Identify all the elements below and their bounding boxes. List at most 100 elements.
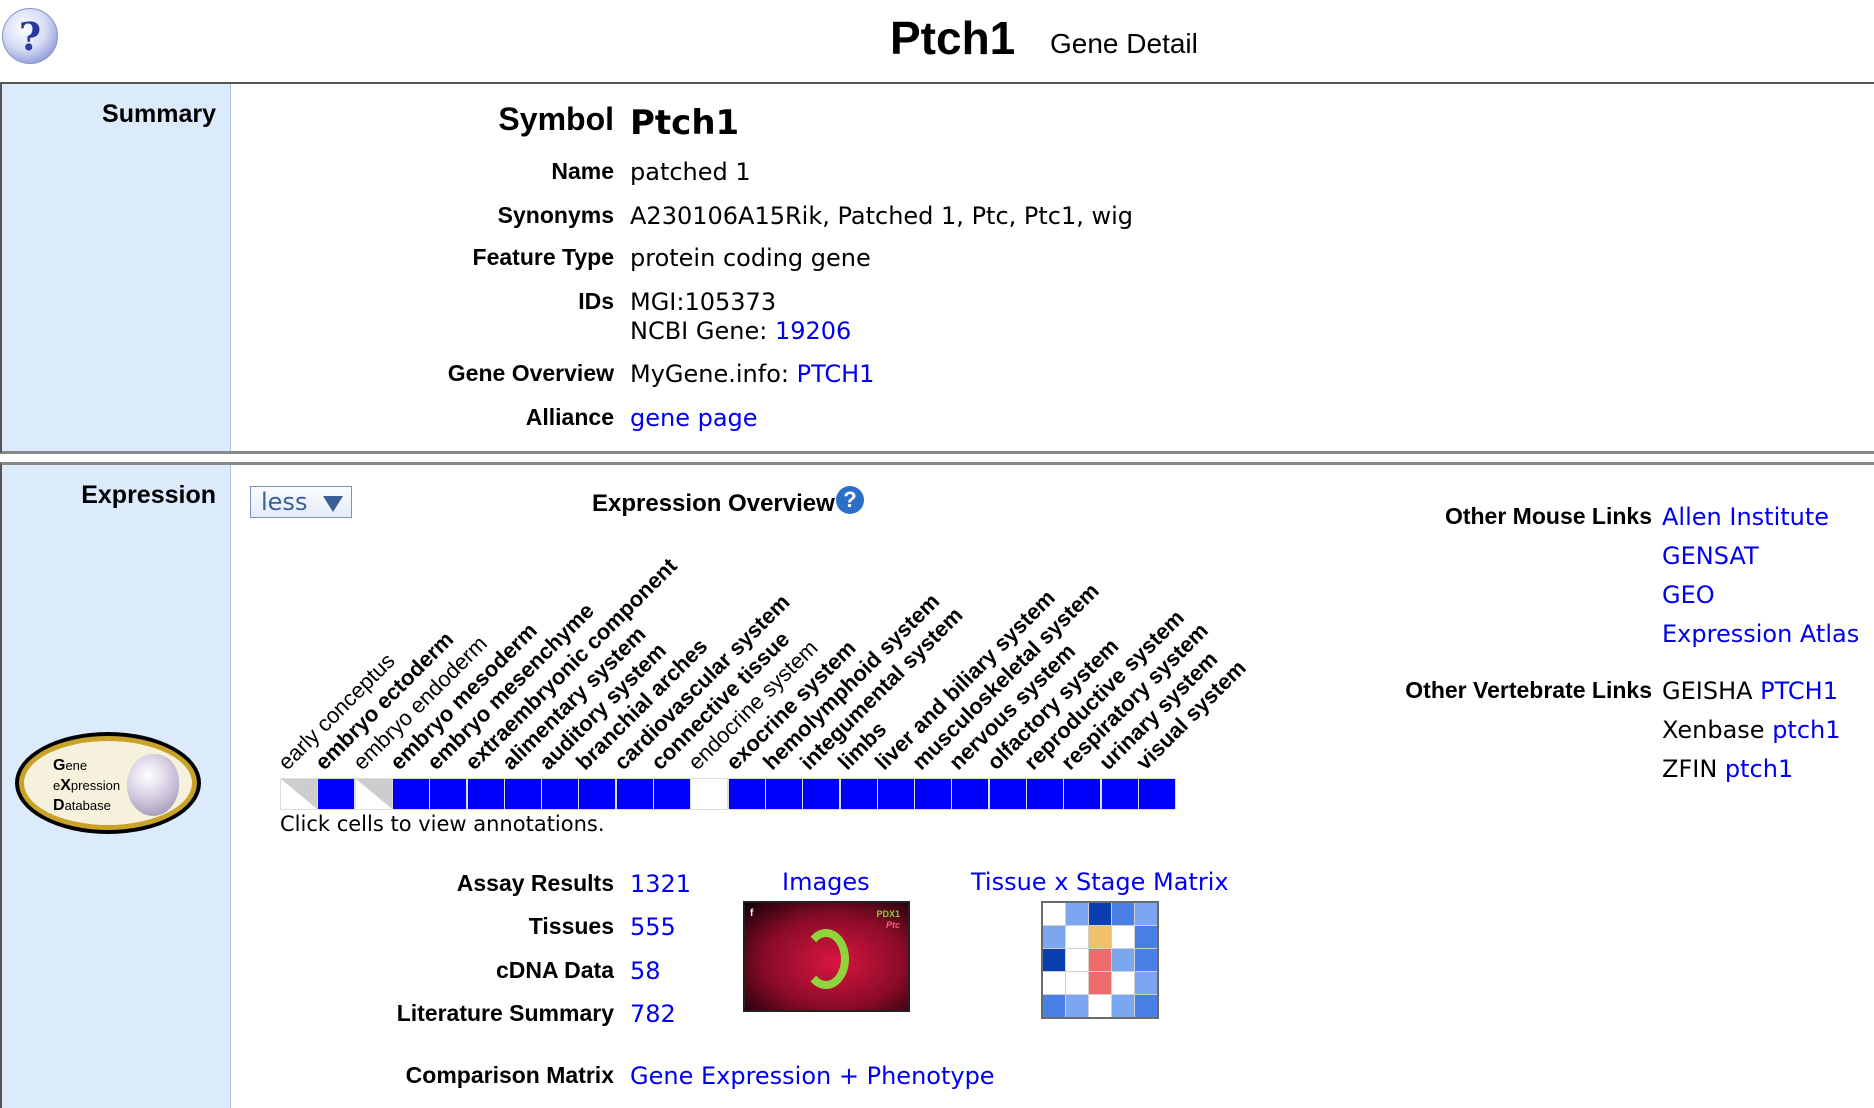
ribbon-cell[interactable] (1063, 778, 1102, 810)
ribbon-note: Click cells to view annotations. (280, 812, 605, 836)
matrix-thumb-cell (1112, 972, 1134, 994)
ribbon-cell[interactable] (429, 778, 468, 810)
mygene-prefix: MyGene.info: (630, 360, 789, 388)
matrix-thumb-cell (1112, 926, 1134, 948)
ribbon-cell[interactable] (653, 778, 691, 810)
mouse-link[interactable]: GENSAT (1662, 542, 1759, 570)
expression-overview-title: Expression Overview (592, 490, 835, 517)
ribbon-cell[interactable] (466, 778, 505, 810)
matrix-thumb-cell (1135, 995, 1157, 1017)
ribbon-cell[interactable] (764, 778, 803, 810)
gxd-logo-text: Gene eXpression Database (53, 757, 121, 814)
ribbon-cell[interactable] (839, 778, 878, 810)
vertebrate-link-source: GEISHA (1662, 677, 1761, 705)
summary-sidebar: Summary (2, 84, 231, 451)
vertebrate-link-row: Xenbase ptch1 (1662, 716, 1841, 744)
ncbi-gene-link[interactable]: 19206 (775, 317, 851, 345)
symbol-label: Symbol (498, 101, 614, 137)
summary-label: Summary (102, 100, 216, 128)
comparison-matrix-link[interactable]: Gene Expression + Phenotype (630, 1062, 995, 1090)
ids-label: IDs (578, 288, 614, 314)
ribbon-cell[interactable] (391, 778, 430, 810)
matrix-thumb-cell (1112, 995, 1134, 1017)
matrix-thumb-cell (1135, 926, 1157, 948)
cdna-link[interactable]: 58 (630, 957, 661, 985)
comparison-matrix-label: Comparison Matrix (405, 1062, 614, 1088)
matrix-thumb-cell (1089, 926, 1111, 948)
page-subtitle: Gene Detail (1050, 28, 1198, 59)
matrix-thumb-cell (1112, 903, 1134, 925)
ribbon-cell[interactable] (541, 778, 580, 810)
vertebrate-link-row: ZFIN ptch1 (1662, 755, 1793, 783)
matrix-thumb-cell (1066, 949, 1088, 971)
ribbon-cell[interactable] (876, 778, 915, 810)
matrix-thumb-cell (1112, 949, 1134, 971)
mgi-id: MGI:105373 (630, 288, 777, 316)
matrix-thumb-cell (1135, 903, 1157, 925)
ribbon-cell[interactable] (280, 778, 318, 810)
ncbi-gene-row: NCBI Gene: 19206 (630, 317, 851, 345)
matrix-thumb-cell (1135, 949, 1157, 971)
ribbon-cell[interactable] (615, 778, 654, 810)
matrix-thumb-cell (1135, 972, 1157, 994)
ribbon-cell[interactable] (1137, 778, 1176, 810)
less-toggle-label: less (261, 488, 308, 516)
gxd-logo[interactable]: Gene eXpression Database (15, 732, 201, 834)
matrix-thumb-cell (1066, 903, 1088, 925)
ribbon-cell[interactable] (503, 778, 542, 810)
matrix-thumb-cell (1043, 903, 1065, 925)
question-mark-icon: ? (18, 13, 42, 59)
mouse-link[interactable]: Allen Institute (1662, 503, 1829, 531)
vertebrate-link-source: Xenbase (1662, 716, 1773, 744)
matrix-thumb-cell (1089, 995, 1111, 1017)
literature-summary-link[interactable]: 782 (630, 1000, 676, 1028)
ribbon-cell[interactable] (1100, 778, 1139, 810)
name-label: Name (551, 158, 614, 184)
ribbon-cell[interactable] (988, 778, 1027, 810)
ribbon-cell[interactable] (690, 778, 729, 810)
vertebrate-link-row: GEISHA PTCH1 (1662, 677, 1838, 705)
matrix-thumb-cell (1066, 926, 1088, 948)
vertebrate-link[interactable]: PTCH1 (1760, 677, 1838, 705)
images-link[interactable]: Images (782, 868, 870, 896)
images-thumbnail[interactable]: f PDX1 Ptc (743, 901, 910, 1012)
tissues-link[interactable]: 555 (630, 913, 676, 941)
tissues-label: Tissues (528, 913, 614, 939)
synonyms-value: A230106A15Rik, Patched 1, Ptc, Ptc1, wig (630, 202, 1134, 230)
help-icon[interactable]: ? (836, 486, 864, 514)
ribbon-cell[interactable] (1026, 778, 1064, 810)
other-mouse-links-label: Other Mouse Links (1444, 503, 1652, 529)
mouse-link[interactable]: Expression Atlas (1662, 620, 1859, 648)
embryo-icon (127, 754, 179, 816)
matrix-thumb-cell (1043, 972, 1065, 994)
vertebrate-link[interactable]: ptch1 (1725, 755, 1793, 783)
feature-type-value: protein coding gene (630, 244, 871, 272)
tissue-stage-matrix-link[interactable]: Tissue x Stage Matrix (971, 868, 1229, 896)
help-button[interactable]: ? (2, 8, 58, 64)
ribbon-cell[interactable] (578, 778, 617, 810)
thumb-panel-letter: f (750, 908, 754, 919)
less-toggle-dropdown[interactable]: less (250, 486, 352, 518)
matrix-thumb-cell (1089, 903, 1111, 925)
vertebrate-link-source: ZFIN (1662, 755, 1725, 783)
matrix-thumb-cell (1043, 949, 1065, 971)
assay-results-link[interactable]: 1321 (630, 870, 691, 898)
ribbon-cell[interactable] (951, 778, 990, 810)
alliance-row: gene page (630, 404, 758, 432)
vertebrate-link[interactable]: ptch1 (1772, 716, 1840, 744)
matrix-thumb-cell (1066, 995, 1088, 1017)
assay-results-label: Assay Results (456, 870, 614, 896)
ribbon-cell[interactable] (802, 778, 841, 810)
literature-summary-label: Literature Summary (396, 1000, 614, 1026)
ribbon-cell[interactable] (727, 778, 766, 810)
ribbon-cell[interactable] (317, 778, 356, 810)
alliance-gene-page-link[interactable]: gene page (630, 404, 758, 432)
thumb-tissue-shape (803, 929, 849, 989)
ncbi-gene-prefix: NCBI Gene: (630, 317, 768, 345)
ribbon-cell[interactable] (914, 778, 953, 810)
tissue-stage-matrix-thumbnail[interactable] (1041, 901, 1159, 1019)
other-vertebrate-links-label: Other Vertebrate Links (1405, 677, 1652, 703)
mygene-link[interactable]: PTCH1 (797, 360, 875, 388)
ribbon-cell[interactable] (354, 778, 393, 810)
mouse-link[interactable]: GEO (1662, 581, 1715, 609)
